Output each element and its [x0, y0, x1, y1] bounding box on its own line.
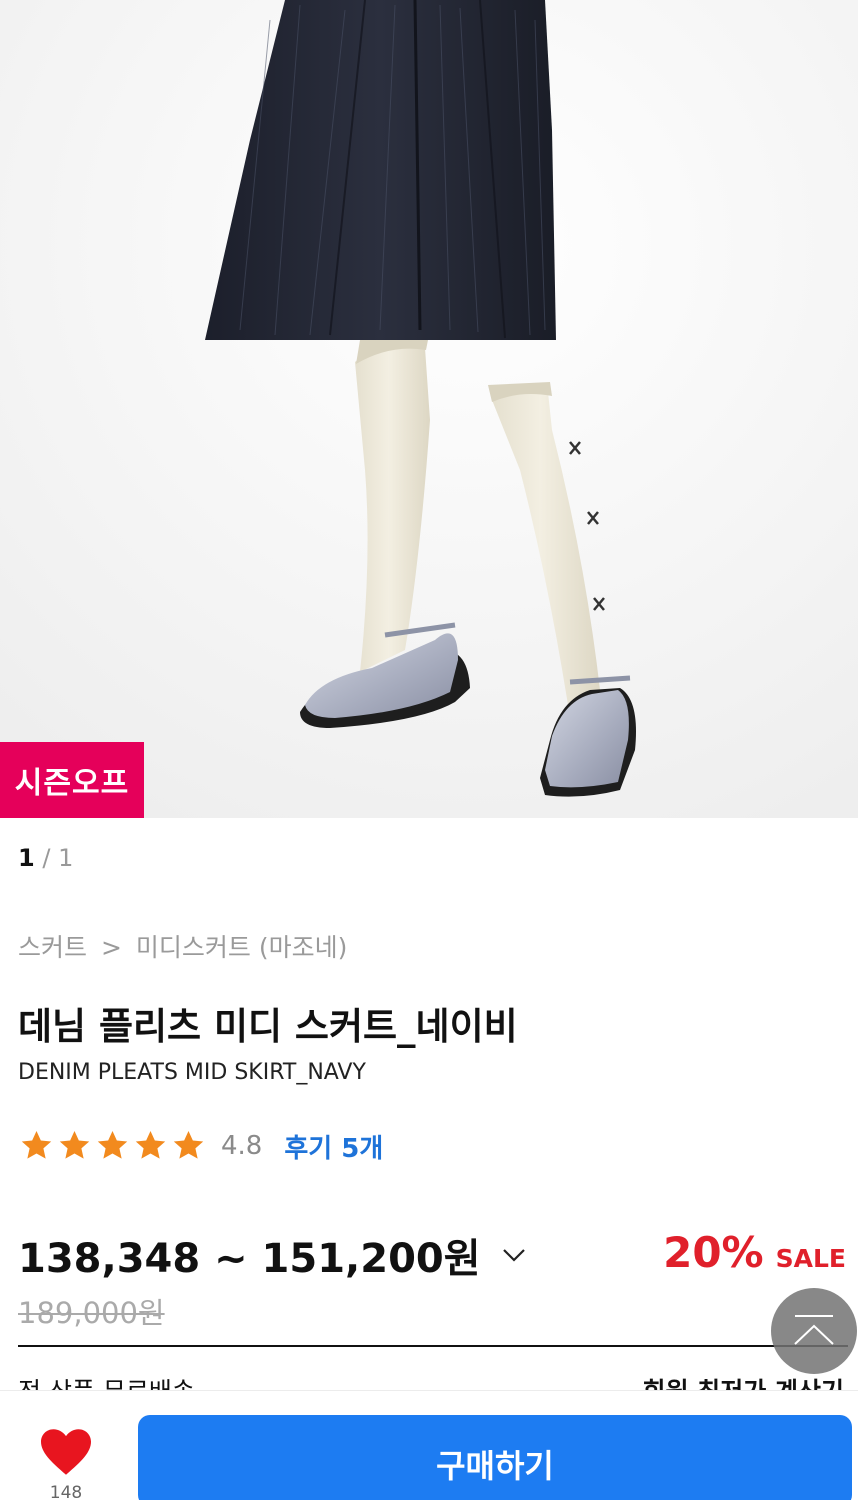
product-image[interactable]: 시즌오프: [0, 0, 858, 818]
sale-label: SALE: [775, 1244, 846, 1273]
breadcrumb-subcategory[interactable]: 미디스커트 (마조네): [136, 933, 347, 962]
star-rating: [18, 1128, 207, 1164]
price-range-text: 138,348 ~ 151,200원: [18, 1236, 481, 1282]
image-counter-total: 1: [58, 844, 74, 872]
sale-percent: 20%: [663, 1228, 764, 1277]
original-price: 189,000원: [18, 1296, 165, 1330]
buy-button[interactable]: 구매하기: [138, 1415, 852, 1500]
free-shipping-text: 전 상품 무료배송: [18, 1372, 195, 1390]
price-range[interactable]: 138,348 ~ 151,200원: [18, 1226, 527, 1284]
scroll-top-button[interactable]: [771, 1288, 857, 1374]
like-button[interactable]: 148: [34, 1427, 98, 1500]
product-title: 데님 플리츠 미디 스커트_네이비: [18, 1005, 518, 1048]
rating-row: 4.8 후기 5개: [18, 1124, 383, 1168]
heart-icon: [41, 1429, 91, 1475]
star-icon: [173, 1131, 204, 1159]
chevron-up-icon: [794, 1315, 834, 1345]
reviews-link[interactable]: 후기 5개: [284, 1128, 383, 1165]
star-icon: [135, 1131, 166, 1159]
breadcrumb-category[interactable]: 스커트: [18, 933, 87, 962]
image-counter: 1 / 1: [18, 844, 73, 872]
breadcrumb-separator: >: [100, 933, 122, 962]
image-counter-current: 1: [18, 844, 35, 872]
like-count: 148: [49, 1483, 83, 1500]
divider: [18, 1345, 848, 1347]
member-price-calculator[interactable]: 회원 최저가 계산기: [643, 1372, 844, 1390]
rating-score: 4.8: [221, 1131, 263, 1161]
breadcrumb: 스커트 > 미디스커트 (마조네): [18, 928, 347, 964]
star-icon: [21, 1131, 52, 1159]
product-photo: [0, 0, 858, 818]
star-icon: [59, 1131, 90, 1159]
bottom-action-bar: 148 구매하기: [0, 1390, 858, 1500]
star-icon: [97, 1131, 128, 1159]
chevron-down-icon[interactable]: [501, 1246, 527, 1264]
sale-info: 20% SALE: [663, 1228, 846, 1277]
product-subtitle: DENIM PLEATS MID SKIRT_NAVY: [18, 1060, 366, 1085]
season-off-badge: 시즌오프: [0, 742, 144, 818]
image-counter-separator: /: [42, 844, 51, 872]
info-row: 전 상품 무료배송 회원 최저가 계산기: [0, 1366, 858, 1390]
